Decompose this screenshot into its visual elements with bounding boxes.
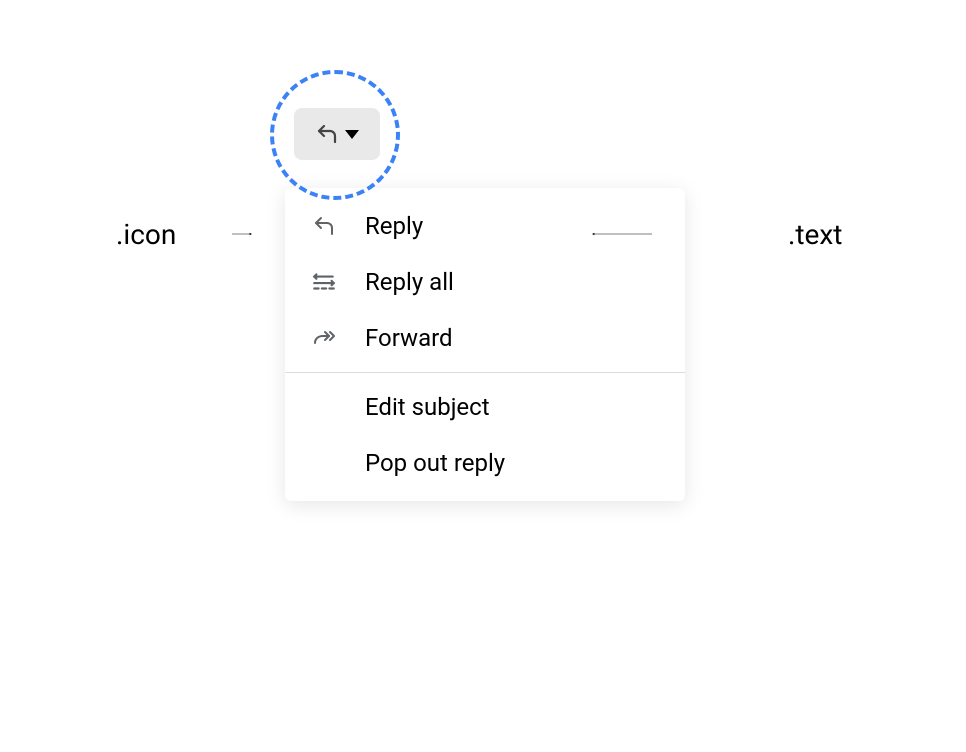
- annotation-label-icon: .icon: [116, 218, 176, 251]
- annotation-arrow-text: [472, 232, 772, 236]
- annotation-label-text: .text: [788, 218, 842, 251]
- chevron-down-icon: [345, 130, 359, 139]
- icon-placeholder: [311, 450, 337, 476]
- icon-placeholder: [311, 394, 337, 420]
- forward-icon: [311, 325, 337, 351]
- reply-icon: [311, 213, 337, 239]
- menu-item-label: Edit subject: [365, 393, 490, 421]
- menu-item-label: Reply all: [365, 268, 454, 296]
- menu-item-edit-subject[interactable]: Edit subject: [285, 379, 685, 435]
- menu-item-label: Reply: [365, 212, 423, 240]
- menu-item-reply-all[interactable]: Reply all: [285, 254, 685, 310]
- menu-item-reply[interactable]: Reply: [285, 198, 685, 254]
- menu-item-label: Forward: [365, 324, 453, 352]
- menu-item-forward[interactable]: Forward: [285, 310, 685, 366]
- annotation-arrow-icon: [192, 232, 292, 236]
- menu-item-label: Pop out reply: [365, 449, 505, 477]
- reply-all-icon: [311, 269, 337, 295]
- menu-item-pop-out-reply[interactable]: Pop out reply: [285, 435, 685, 491]
- menu-divider: [285, 372, 685, 373]
- reply-icon: [315, 122, 339, 146]
- reply-dropdown-trigger[interactable]: [294, 108, 380, 160]
